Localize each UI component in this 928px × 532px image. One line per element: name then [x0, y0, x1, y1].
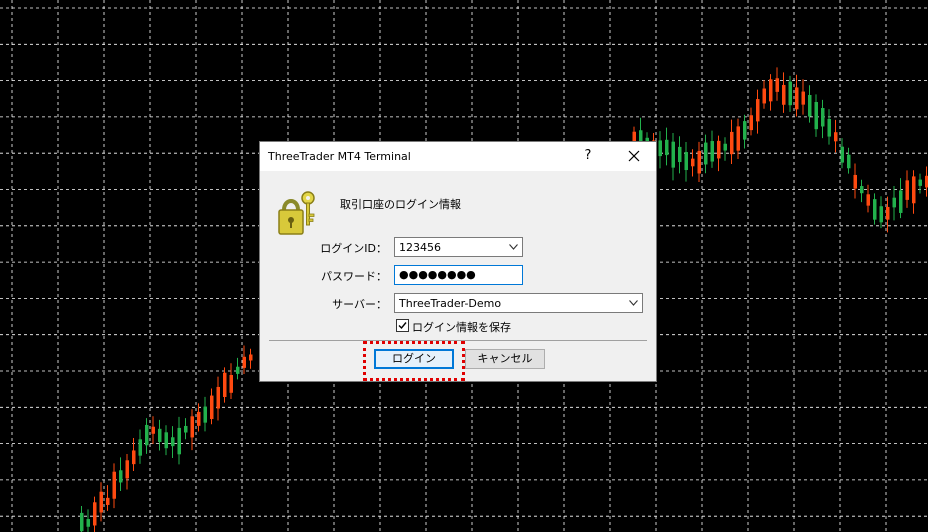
dialog-header-text: 取引口座のログイン情報 [340, 198, 461, 211]
candle-body [704, 142, 708, 165]
candle-body [808, 94, 812, 117]
candle-body [743, 121, 747, 140]
candle-body [723, 143, 727, 151]
candle-body [210, 395, 214, 420]
candle-body [171, 437, 175, 447]
candle-body [821, 108, 825, 127]
candle-body [242, 356, 246, 368]
candle-body [762, 88, 766, 104]
candle-body [99, 491, 103, 513]
candle-body [86, 519, 90, 527]
candle-body [223, 372, 227, 397]
candle-body [827, 118, 831, 137]
password-label: パスワード： [321, 270, 387, 283]
candle-body [918, 179, 922, 186]
candle-body [847, 154, 851, 169]
candle-body [840, 146, 844, 163]
candle-body [177, 427, 181, 455]
login-button[interactable]: ログイン [374, 349, 454, 369]
candle-body [879, 206, 883, 223]
save-login-label[interactable]: ログイン情報を保存 [412, 319, 511, 335]
save-login-checkbox[interactable] [396, 319, 409, 332]
candle-body [190, 416, 194, 438]
candle-body [112, 471, 116, 499]
candle-body [717, 140, 721, 159]
candle-body [145, 424, 149, 446]
candle-body [756, 99, 760, 122]
candle-body [775, 78, 779, 92]
candle-body [860, 186, 864, 194]
candle-body [749, 115, 753, 131]
chevron-down-icon[interactable] [629, 300, 638, 306]
candle-body [132, 450, 136, 465]
candle-body [93, 502, 97, 526]
candle-body [671, 141, 675, 168]
check-icon [398, 322, 407, 330]
candle-body [899, 190, 903, 213]
candle-body [814, 102, 818, 130]
lock-keys-icon [278, 191, 315, 235]
candle-body [158, 428, 162, 442]
candle-body [164, 432, 168, 449]
candle-body [886, 206, 890, 220]
candle-body [184, 425, 188, 433]
candle-body [665, 139, 669, 156]
candle-body [892, 197, 896, 208]
login-dialog: ThreeTrader MT4 Terminal ? 取引口座のログイン情報 ロ… [259, 141, 657, 382]
dialog-titlebar: ThreeTrader MT4 Terminal ? [260, 142, 656, 171]
candle-body [203, 406, 207, 423]
dialog-separator [269, 340, 647, 341]
candle-body [229, 374, 233, 393]
candle-body [119, 470, 123, 483]
password-value: ●●●●●●●● [399, 268, 476, 281]
login-id-label: ログインID： [320, 242, 387, 255]
candle-body [684, 152, 688, 171]
login-id-value: 123456 [399, 241, 441, 254]
login-id-combobox[interactable]: 123456 [394, 237, 523, 257]
candle-body [697, 150, 701, 174]
candle-body [801, 91, 805, 105]
candle-body [788, 81, 792, 106]
candle-body [730, 131, 734, 155]
candle-body [834, 132, 838, 142]
candle-body [249, 354, 253, 361]
cancel-button[interactable]: キャンセル [465, 349, 545, 369]
help-button[interactable]: ? [578, 147, 598, 165]
dialog-title: ThreeTrader MT4 Terminal [268, 150, 411, 163]
candle-body [769, 79, 773, 102]
candle-body [795, 87, 799, 110]
candle-body [905, 180, 909, 200]
candle-body [853, 174, 857, 189]
candle-body [125, 460, 129, 479]
candle-body [866, 194, 870, 206]
candle-body [782, 84, 786, 105]
candle-body [151, 426, 155, 434]
server-combobox[interactable]: ThreeTrader-Demo [394, 293, 643, 313]
candle-body [710, 141, 714, 162]
candle-body [197, 411, 201, 426]
candle-body [873, 199, 877, 220]
candle-body [138, 439, 142, 456]
candle-body [736, 126, 740, 151]
password-field[interactable]: ●●●●●●●● [394, 265, 523, 285]
close-icon [628, 150, 640, 162]
chevron-down-icon[interactable] [509, 244, 518, 250]
server-label: サーバー： [332, 298, 387, 311]
server-value: ThreeTrader-Demo [399, 297, 502, 310]
candle-body [80, 512, 84, 532]
close-button[interactable] [622, 146, 646, 166]
candle-body [912, 176, 916, 204]
candle-body [106, 497, 110, 505]
candle-body [678, 146, 682, 163]
candle-body [216, 386, 220, 409]
candle-body [691, 158, 695, 167]
candle-body [658, 140, 662, 157]
candle-body [236, 366, 240, 374]
